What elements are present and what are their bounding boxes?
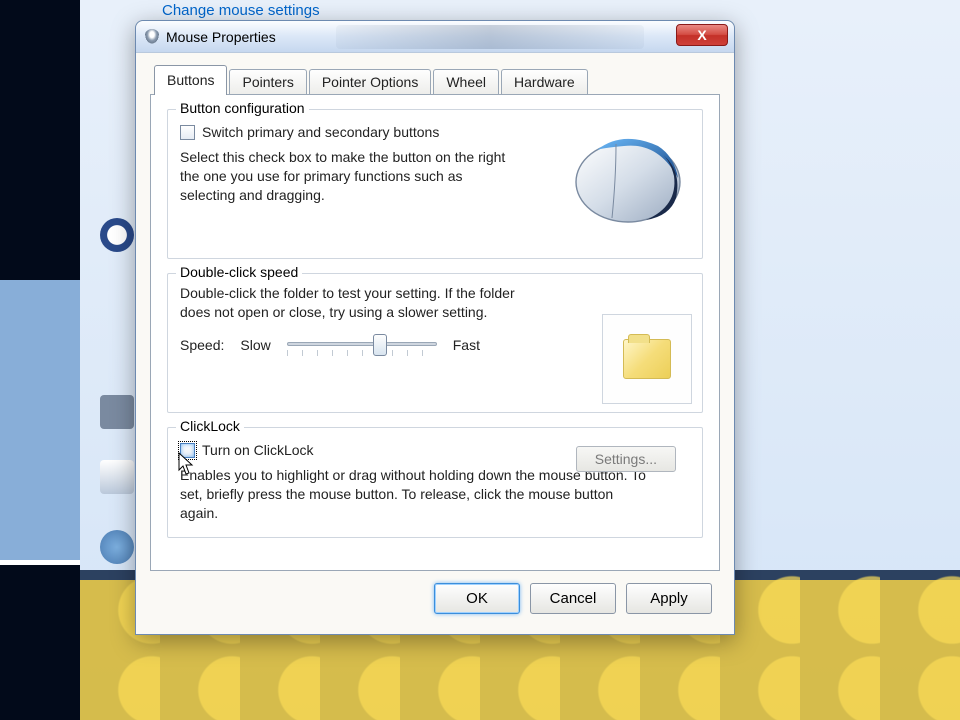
tab-hardware[interactable]: Hardware xyxy=(501,69,588,95)
group-double-click-speed: Double-click speed Double-click the fold… xyxy=(167,273,703,413)
tab-buttons[interactable]: Buttons xyxy=(154,65,227,95)
tab-pointer-options[interactable]: Pointer Options xyxy=(309,69,432,95)
clicklock-description: Enables you to highlight or drag without… xyxy=(180,466,650,523)
desktop-background-stripe xyxy=(0,0,80,720)
group-button-configuration: Button configuration Switch primary and … xyxy=(167,109,703,259)
switch-buttons-description: Select this check box to make the button… xyxy=(180,148,520,205)
group-legend: Double-click speed xyxy=(176,264,302,280)
group-legend: Button configuration xyxy=(176,100,309,116)
folder-icon xyxy=(623,339,671,379)
titlebar[interactable]: Mouse Properties X xyxy=(136,21,734,53)
sidebar-icon xyxy=(100,395,134,429)
slider-thumb[interactable] xyxy=(373,334,387,356)
double-click-description: Double-click the folder to test your set… xyxy=(180,284,520,322)
group-clicklock: ClickLock Turn on ClickLock Settings... … xyxy=(167,427,703,538)
sidebar-icon xyxy=(100,530,134,564)
control-panel-link[interactable]: Change mouse settings xyxy=(162,2,320,19)
mouse-properties-dialog: Mouse Properties X Buttons Pointers Poin… xyxy=(135,20,735,635)
clicklock-settings-button: Settings... xyxy=(576,446,676,472)
sidebar-icon xyxy=(100,218,134,252)
sidebar-icon xyxy=(100,460,134,494)
tab-wheel[interactable]: Wheel xyxy=(433,69,499,95)
close-button[interactable]: X xyxy=(676,24,728,46)
tab-pointers[interactable]: Pointers xyxy=(229,69,306,95)
speed-label: Speed: xyxy=(180,337,224,353)
mouse-illustration xyxy=(562,120,692,230)
switch-buttons-label: Switch primary and secondary buttons xyxy=(202,124,439,140)
cancel-button[interactable]: Cancel xyxy=(530,583,616,614)
clicklock-label: Turn on ClickLock xyxy=(202,442,314,458)
window-title: Mouse Properties xyxy=(166,29,276,45)
slow-label: Slow xyxy=(240,337,270,353)
switch-buttons-checkbox[interactable] xyxy=(180,125,195,140)
ok-button[interactable]: OK xyxy=(434,583,520,614)
tabstrip: Buttons Pointers Pointer Options Wheel H… xyxy=(150,65,720,95)
double-click-test-area[interactable] xyxy=(602,314,692,404)
group-legend: ClickLock xyxy=(176,418,244,434)
apply-button[interactable]: Apply xyxy=(626,583,712,614)
titlebar-gradient xyxy=(336,25,644,49)
clicklock-checkbox[interactable] xyxy=(180,443,195,458)
dialog-button-bar: OK Cancel Apply xyxy=(150,571,720,620)
double-click-speed-slider[interactable] xyxy=(287,332,437,358)
fast-label: Fast xyxy=(453,337,480,353)
mouse-icon xyxy=(144,29,160,45)
tab-panel-buttons: Button configuration Switch primary and … xyxy=(150,94,720,571)
